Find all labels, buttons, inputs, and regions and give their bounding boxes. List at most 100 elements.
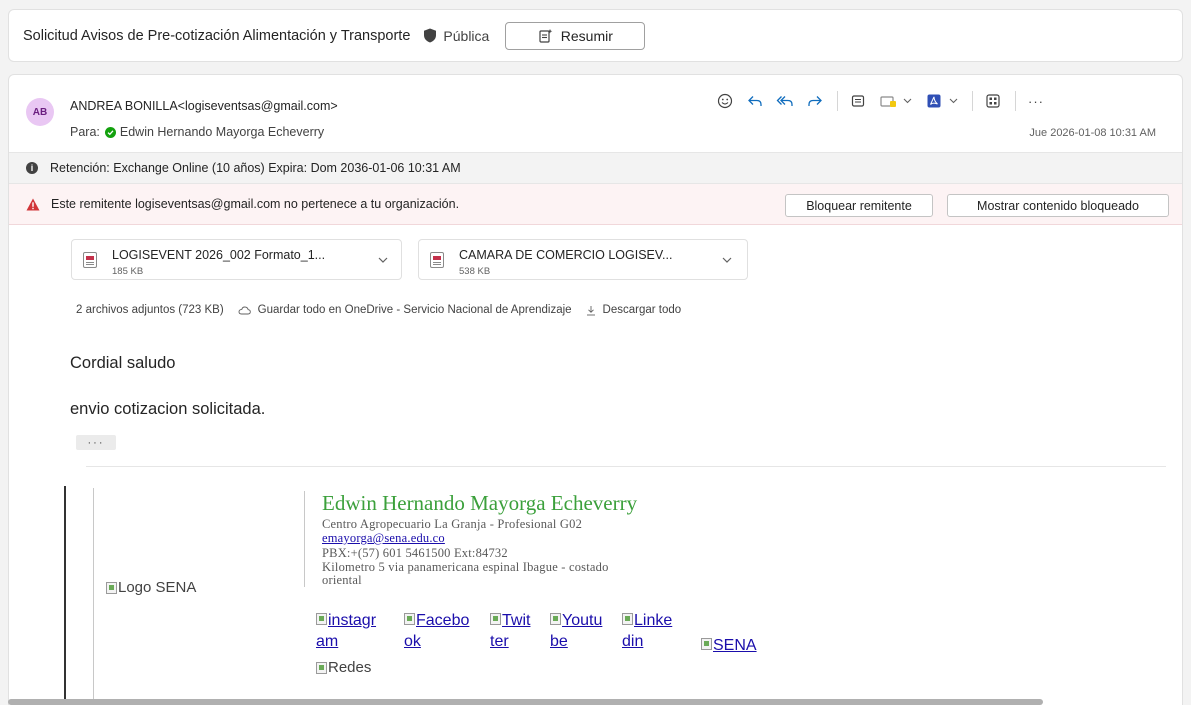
twitter-alt-1: Twit bbox=[502, 612, 531, 629]
forward-icon[interactable] bbox=[804, 90, 826, 112]
more-label: ··· bbox=[1028, 93, 1044, 109]
body-greeting: Cordial saludo bbox=[70, 354, 176, 372]
chevron-down-icon[interactable] bbox=[721, 254, 733, 266]
youtube-alt-1: Youtu bbox=[562, 612, 603, 629]
warning-text: Este remitente logiseventsas@gmail.com n… bbox=[51, 197, 460, 211]
sender[interactable]: ANDREA BONILLA<logiseventsas@gmail.com> bbox=[70, 99, 338, 113]
broken-image-icon bbox=[316, 661, 327, 674]
avatar[interactable]: AB bbox=[26, 98, 54, 126]
reply-all-icon[interactable] bbox=[774, 90, 796, 112]
subject-bar: Solicitud Avisos de Pre-cotización Alime… bbox=[8, 9, 1183, 62]
signature-address: oriental bbox=[322, 573, 362, 587]
toolbar-separator bbox=[1015, 91, 1016, 111]
quote-bar bbox=[64, 486, 66, 705]
sena-link[interactable]: SENA bbox=[701, 635, 757, 656]
message-actions: ··· bbox=[714, 90, 1055, 112]
save-all-label: Guardar todo en OneDrive - Servicio Naci… bbox=[257, 304, 572, 316]
summarize-label: Resumir bbox=[560, 27, 613, 44]
signature-address: Kilometro 5 via panamericana espinal Iba… bbox=[322, 560, 609, 574]
emoji-icon[interactable] bbox=[714, 90, 736, 112]
apps-icon[interactable] bbox=[982, 90, 1004, 112]
toolbar-separator bbox=[837, 91, 838, 111]
chevron-down-icon[interactable] bbox=[377, 254, 389, 266]
retention-banner: i Retención: Exchange Online (10 años) E… bbox=[9, 152, 1182, 184]
pdf-file-icon bbox=[430, 252, 444, 268]
broken-image-icon bbox=[622, 613, 633, 625]
sena-alt: SENA bbox=[713, 637, 757, 654]
pdf-file-icon bbox=[83, 252, 97, 268]
message-card: AB ANDREA BONILLA<logiseventsas@gmail.co… bbox=[8, 74, 1183, 705]
attachment-size: 538 KB bbox=[459, 266, 491, 277]
instagram-link[interactable]: instagr am bbox=[316, 610, 376, 652]
summary-icon bbox=[539, 29, 553, 43]
move-icon[interactable] bbox=[877, 90, 899, 112]
save-all-onedrive-button[interactable]: Guardar todo en OneDrive - Servicio Naci… bbox=[238, 304, 572, 316]
broken-image-icon bbox=[550, 613, 561, 625]
linkedin-link[interactable]: Linke din bbox=[622, 610, 672, 652]
subject-title: Solicitud Avisos de Pre-cotización Alime… bbox=[23, 27, 411, 44]
broken-image-icon bbox=[316, 613, 327, 625]
attachment-card[interactable]: CAMARA DE COMERCIO LOGISEV... 538 KB bbox=[418, 239, 748, 280]
redes-image: Redes bbox=[316, 659, 371, 676]
immersive-reader-icon[interactable] bbox=[847, 90, 869, 112]
message-date: Jue 2026-01-08 10:31 AM bbox=[1029, 127, 1156, 139]
twitter-alt-2: ter bbox=[490, 633, 509, 650]
redes-alt: Redes bbox=[328, 659, 372, 676]
facebook-link[interactable]: Facebo ok bbox=[404, 610, 469, 652]
facebook-alt-2: ok bbox=[404, 633, 421, 650]
sensitivity-label[interactable]: Pública bbox=[443, 28, 489, 44]
linkedin-alt-2: din bbox=[622, 633, 644, 650]
instagram-alt-2: am bbox=[316, 633, 339, 650]
youtube-link[interactable]: Youtu be bbox=[550, 610, 602, 652]
attachment-summary: 2 archivos adjuntos (723 KB) Guardar tod… bbox=[76, 304, 681, 316]
logo-alt-text: Logo SENA bbox=[118, 579, 197, 596]
show-trimmed-content-button[interactable]: ··· bbox=[76, 435, 116, 450]
reply-icon[interactable] bbox=[744, 90, 766, 112]
chevron-down-icon[interactable] bbox=[947, 90, 959, 112]
show-blocked-content-button[interactable]: Mostrar contenido bloqueado bbox=[947, 194, 1169, 217]
twitter-link[interactable]: Twit ter bbox=[490, 610, 530, 652]
more-icon[interactable]: ··· bbox=[1025, 90, 1047, 112]
attachment-card[interactable]: LOGISEVENT 2026_002 Formato_1... 185 KB bbox=[71, 239, 402, 280]
broken-image-icon bbox=[404, 613, 415, 625]
broken-image-icon bbox=[106, 581, 117, 594]
shield-icon bbox=[424, 28, 437, 43]
download-all-label: Descargar todo bbox=[602, 304, 682, 316]
info-icon: i bbox=[26, 162, 38, 174]
to-line: Para: Edwin Hernando Mayorga Echeverry bbox=[70, 125, 324, 139]
download-all-button[interactable]: Descargar todo bbox=[586, 304, 682, 316]
facebook-alt-1: Facebo bbox=[416, 612, 470, 629]
chevron-down-icon[interactable] bbox=[901, 90, 913, 112]
acrobat-icon[interactable] bbox=[923, 90, 945, 112]
message-header: AB ANDREA BONILLA<logiseventsas@gmail.co… bbox=[9, 75, 1182, 152]
outlook-reading-pane: Solicitud Avisos de Pre-cotización Alime… bbox=[0, 0, 1191, 705]
signature-email-link[interactable]: emayorga@sena.edu.co bbox=[322, 531, 445, 545]
cloud-icon bbox=[238, 306, 251, 314]
block-sender-button[interactable]: Bloquear remitente bbox=[785, 194, 933, 217]
toolbar-separator bbox=[972, 91, 973, 111]
signature-email-row: emayorga@sena.edu.co bbox=[322, 531, 445, 546]
signature-border bbox=[93, 488, 94, 705]
logo-sena-image: Logo SENA bbox=[106, 579, 196, 596]
instagram-alt-1: instagr bbox=[328, 612, 377, 629]
to-prefix: Para: bbox=[70, 125, 100, 139]
presence-available-icon bbox=[104, 126, 116, 138]
external-sender-warning: Este remitente logiseventsas@gmail.com n… bbox=[9, 184, 1182, 225]
divider bbox=[86, 466, 1166, 467]
retention-text: Retención: Exchange Online (10 años) Exp… bbox=[50, 161, 461, 175]
download-icon bbox=[586, 305, 595, 315]
signature-phone: PBX:+(57) 601 5461500 Ext:84732 bbox=[322, 546, 508, 560]
youtube-alt-2: be bbox=[550, 633, 568, 650]
signature-divider bbox=[304, 491, 305, 587]
scrollbar-thumb[interactable] bbox=[8, 699, 1043, 705]
broken-image-icon bbox=[701, 638, 712, 650]
attachment-count: 2 archivos adjuntos (723 KB) bbox=[76, 304, 224, 316]
body-line: envio cotizacion solicitada. bbox=[70, 400, 266, 418]
attachment-name: LOGISEVENT 2026_002 Formato_1... bbox=[112, 248, 326, 262]
attachment-name: CAMARA DE COMERCIO LOGISEV... bbox=[459, 248, 673, 262]
recipient-name[interactable]: Edwin Hernando Mayorga Echeverry bbox=[120, 125, 324, 139]
horizontal-scrollbar[interactable] bbox=[0, 699, 1191, 705]
signature-role: Centro Agropecuario La Granja - Profesio… bbox=[322, 517, 583, 531]
attachment-size: 185 KB bbox=[112, 266, 144, 277]
summarize-button[interactable]: Resumir bbox=[505, 21, 646, 50]
